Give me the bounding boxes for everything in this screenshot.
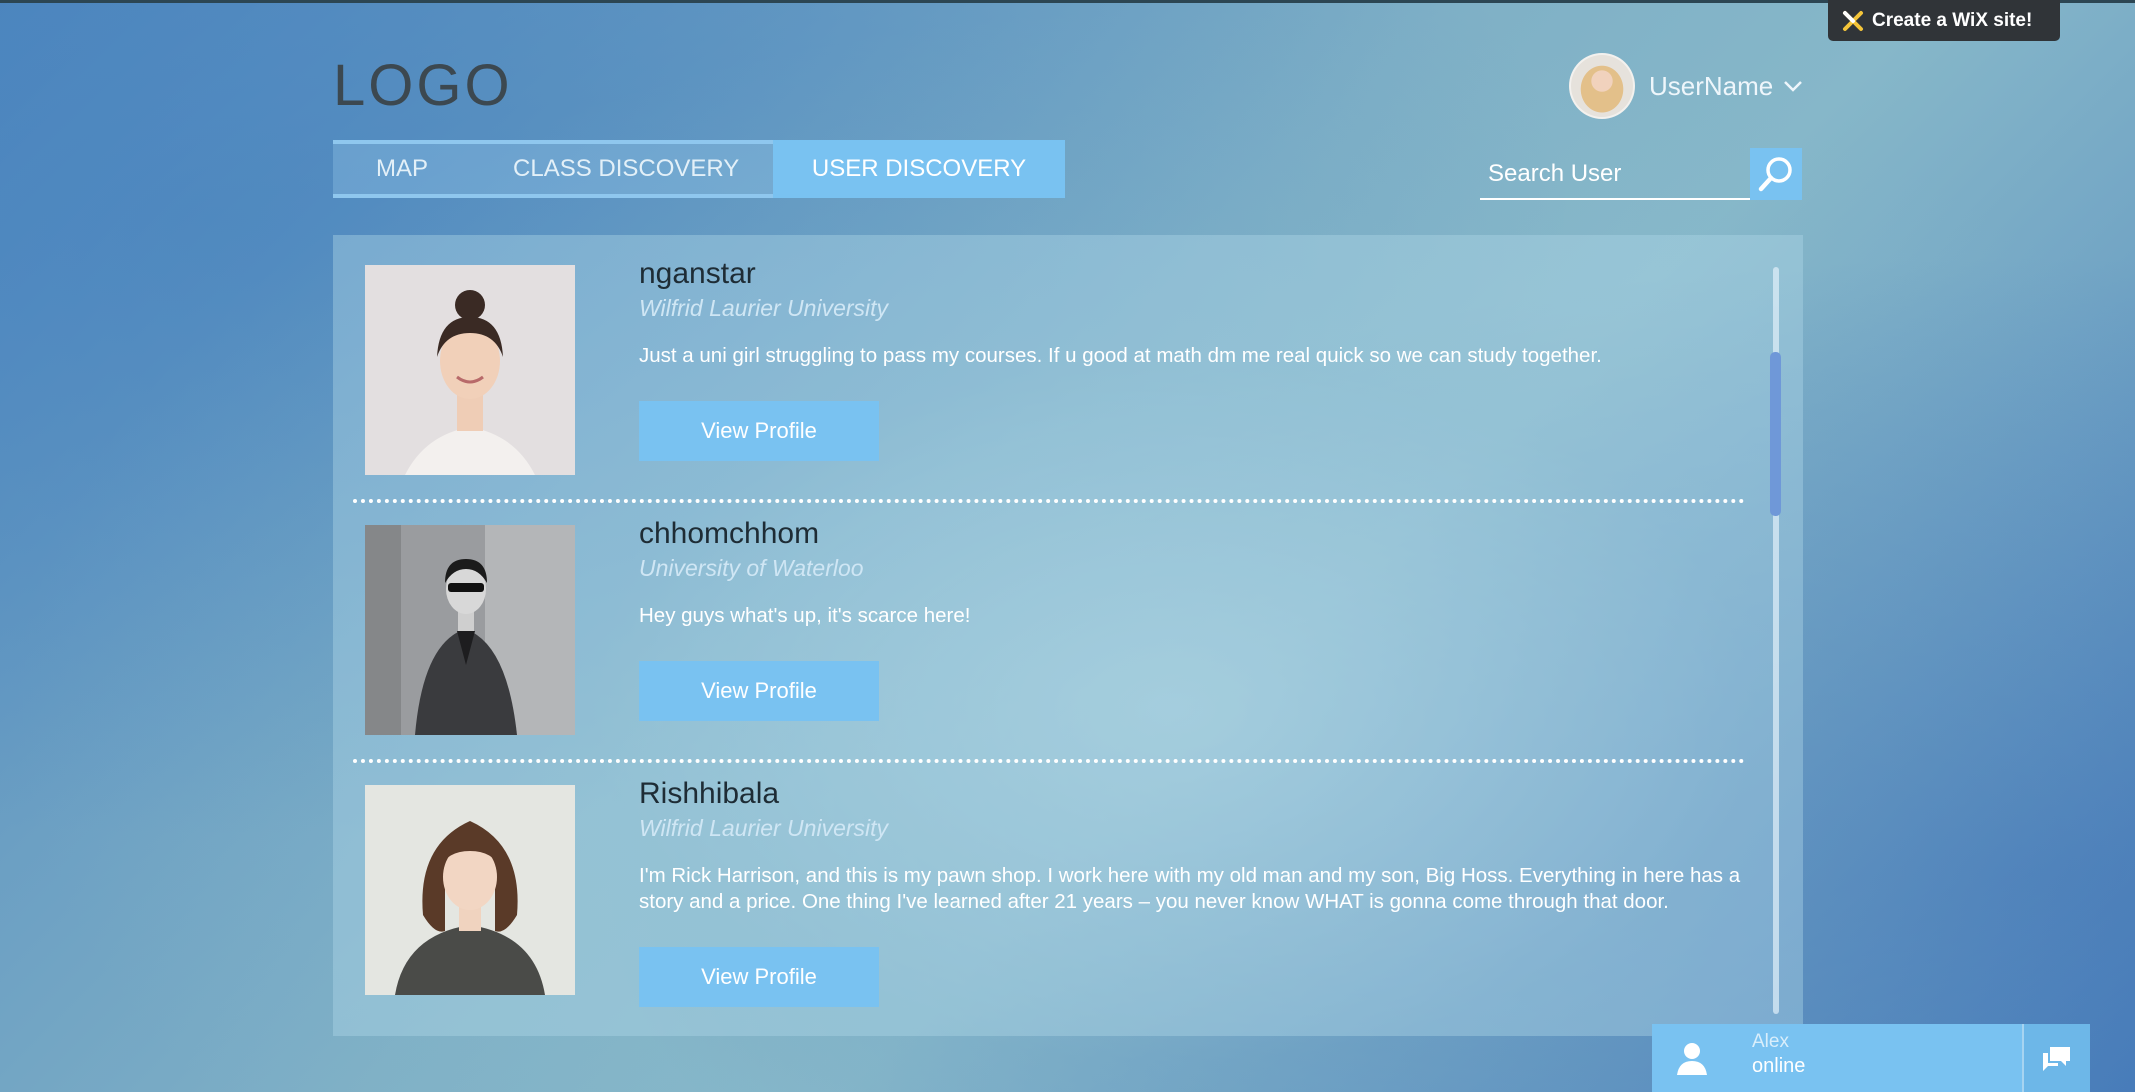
user-name[interactable]: chhomchhom [639, 517, 819, 551]
user-card: Rishhibala Wilfrid Laurier University I'… [365, 777, 1755, 1007]
user-photo[interactable] [365, 785, 575, 995]
tab-map[interactable]: MAP [376, 144, 428, 194]
user-bio: Just a uni girl struggling to pass my co… [639, 344, 1602, 367]
search-button[interactable] [1750, 148, 1802, 200]
username-label[interactable]: UserName [1649, 71, 1773, 102]
user-bio: Hey guys what's up, it's scarce here! [639, 604, 971, 627]
user-icon [1672, 1024, 1732, 1092]
divider [353, 499, 1745, 503]
top-border [0, 0, 2135, 3]
search-icon [1758, 157, 1792, 192]
chevron-down-icon[interactable] [1781, 74, 1805, 98]
divider [353, 759, 1745, 763]
tab-class-discovery[interactable]: CLASS DISCOVERY [513, 144, 739, 194]
chat-status: online [1752, 1055, 1806, 1077]
user-card: chhomchhom University of Waterloo Hey gu… [365, 517, 1755, 735]
scrollbar-thumb[interactable] [1770, 352, 1781, 516]
main-nav: MAP CLASS DISCOVERY USER DISCOVERY [333, 140, 1065, 198]
user-name[interactable]: Rishhibala [639, 777, 779, 811]
wix-banner-text[interactable]: Create a WiX site! [1872, 10, 2032, 32]
user-menu[interactable]: UserName [1569, 53, 1805, 119]
wix-logo-icon [1843, 10, 1863, 31]
view-profile-button[interactable]: View Profile [639, 947, 879, 1007]
user-avatar[interactable] [1569, 53, 1635, 119]
user-bio: I'm Rick Harrison, and this is my pawn s… [639, 864, 1741, 913]
view-profile-button[interactable]: View Profile [639, 401, 879, 461]
user-name[interactable]: nganstar [639, 257, 756, 291]
chat-open-button[interactable] [2022, 1024, 2090, 1092]
chat-contact-name: Alex [1752, 1031, 1789, 1052]
search-input[interactable] [1480, 150, 1750, 200]
view-profile-button[interactable]: View Profile [639, 661, 879, 721]
site-logo[interactable]: LOGO [333, 52, 513, 119]
user-university: Wilfrid Laurier University [639, 815, 889, 841]
user-university: University of Waterloo [639, 555, 864, 581]
user-list-panel: nganstar Wilfrid Laurier University Just… [333, 235, 1803, 1036]
chat-widget[interactable]: Alex online [1652, 1024, 2090, 1092]
tab-user-discovery[interactable]: USER DISCOVERY [773, 140, 1065, 198]
search-bar [1480, 148, 1802, 202]
user-university: Wilfrid Laurier University [639, 295, 889, 321]
chat-bubbles-icon [2043, 1047, 2070, 1071]
user-photo[interactable] [365, 525, 575, 735]
user-photo[interactable] [365, 265, 575, 475]
user-card: nganstar Wilfrid Laurier University Just… [365, 257, 1755, 475]
wix-banner[interactable]: Create a WiX site! [1828, 0, 2060, 41]
